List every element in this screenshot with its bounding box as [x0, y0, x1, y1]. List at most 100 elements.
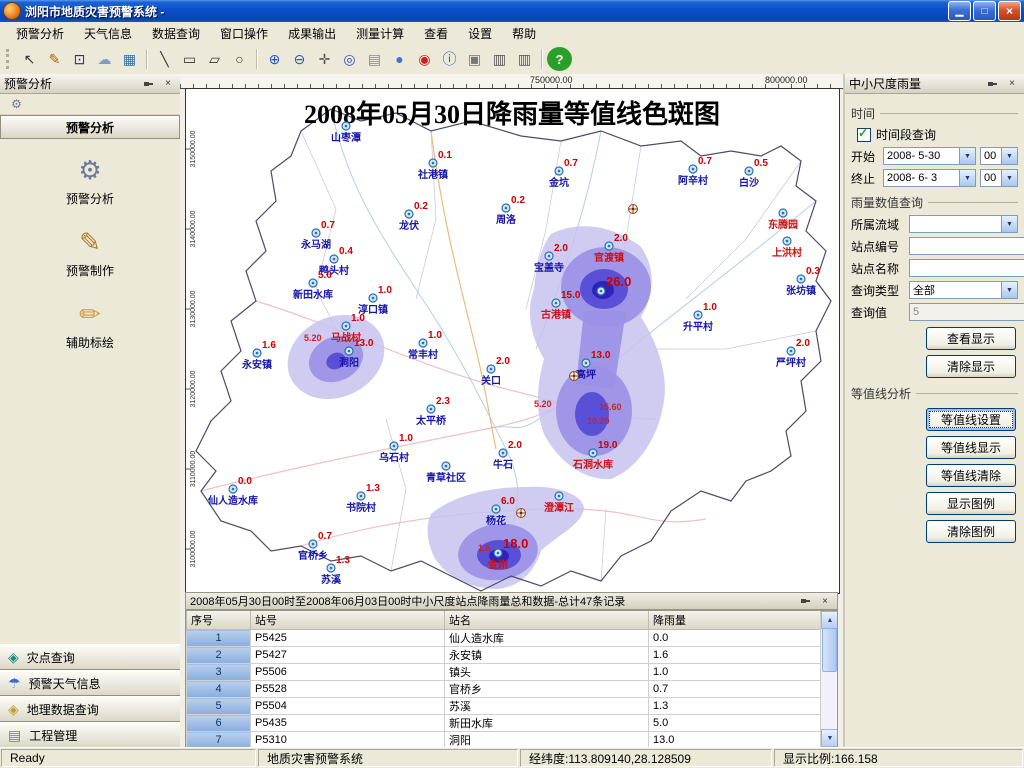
chevron-down-icon[interactable]: ▼ — [1001, 282, 1017, 298]
table-row[interactable]: 7P5310洞阳13.0 — [187, 732, 839, 749]
left-panel-pin-button[interactable] — [140, 76, 156, 91]
station-value: 1.0 — [351, 313, 365, 324]
menu-item-6[interactable]: 查看 — [414, 22, 458, 45]
left-item-0[interactable]: ⚙预警分析 — [40, 155, 140, 207]
清除图例-button[interactable]: 清除图例 — [926, 520, 1016, 543]
monitor-marker-icon — [629, 205, 638, 214]
table-cell: 5.0 — [649, 715, 839, 732]
select-tool-icon[interactable]: ↖ — [17, 47, 42, 71]
column-header-0[interactable]: 序号 — [187, 611, 251, 630]
bottom-panel-pin-button[interactable] — [797, 594, 813, 609]
zoom-full-extent-icon[interactable]: ◎ — [337, 47, 362, 71]
table-row[interactable]: 5P5504苏溪1.3 — [187, 698, 839, 715]
station-name-input[interactable] — [909, 259, 1024, 277]
menu-item-2[interactable]: 数据查询 — [142, 22, 210, 45]
bottom-bar-0[interactable]: ◈灾点查询 — [0, 644, 180, 670]
line-tool-icon[interactable]: ╲ — [152, 47, 177, 71]
layers-icon[interactable]: ▤ — [362, 47, 387, 71]
table-row[interactable]: 3P5506镇头1.0 — [187, 664, 839, 681]
right-panel-pin-button[interactable] — [984, 76, 1000, 91]
table-row[interactable]: 1P5425仙人造水库0.0 — [187, 630, 839, 647]
等值线设置-button[interactable]: 等值线设置 — [926, 408, 1016, 431]
menu-item-0[interactable]: 预警分析 — [6, 22, 74, 45]
right-panel-close-button[interactable]: × — [1004, 76, 1020, 91]
zoom-in-icon[interactable]: ⊕ — [262, 47, 287, 71]
menu-item-1[interactable]: 天气信息 — [74, 22, 142, 45]
station-name: 苏溪 — [321, 573, 342, 586]
end-date-select[interactable]: 2008- 6- 3▼ — [883, 169, 976, 187]
time-range-checkbox-label: 时间段查询 — [876, 126, 936, 143]
left-panel-group-header[interactable]: 预警分析 — [0, 115, 180, 139]
basin-select[interactable]: ▼ — [909, 215, 1018, 233]
显示图例-button[interactable]: 显示图例 — [926, 492, 1016, 515]
map-station: 0.3张坊镇 — [786, 266, 820, 297]
chevron-down-icon[interactable]: ▼ — [959, 148, 975, 164]
chevron-down-icon[interactable]: ▼ — [959, 170, 975, 186]
menu-item-3[interactable]: 窗口操作 — [210, 22, 278, 45]
start-hour-select[interactable]: 00▼ — [980, 147, 1018, 165]
menu-item-4[interactable]: 成果输出 — [278, 22, 346, 45]
left-item-1[interactable]: ✎预警制作 — [40, 227, 140, 279]
pan-icon[interactable]: ✛ — [312, 47, 337, 71]
bottom-panel-close-button[interactable]: × — [817, 594, 833, 609]
help-icon[interactable]: ? — [547, 47, 572, 71]
station-name: 太平桥 — [415, 414, 447, 427]
left-panel-close-button[interactable]: × — [160, 76, 176, 91]
column-header-2[interactable]: 站名 — [445, 611, 649, 630]
查看显示-button[interactable]: 查看显示 — [926, 327, 1016, 350]
station-value: 26.0 — [606, 274, 631, 289]
table-row[interactable]: 4P5528官桥乡0.7 — [187, 681, 839, 698]
bottom-bar-3[interactable]: ▤工程管理 — [0, 722, 180, 748]
zoom-box-tool-icon[interactable]: ⊡ — [67, 47, 92, 71]
export-image-icon[interactable]: ▣ — [462, 47, 487, 71]
print-icon[interactable]: ▥ — [487, 47, 512, 71]
chevron-down-icon[interactable]: ▼ — [1001, 148, 1017, 164]
row-number-cell: 3 — [187, 664, 251, 681]
time-range-checkbox[interactable] — [857, 128, 871, 142]
map-station: 1.0淳口镇 — [358, 285, 392, 316]
minimize-button[interactable]: ▁ — [948, 1, 971, 21]
cloud-tool-icon[interactable]: ☁ — [92, 47, 117, 71]
end-label: 终止 — [851, 170, 879, 187]
chevron-down-icon[interactable]: ▼ — [1001, 216, 1017, 232]
alert-icon[interactable]: ◉ — [412, 47, 437, 71]
grid-tool-icon[interactable]: ▦ — [117, 47, 142, 71]
edit-tool-icon[interactable]: ✎ — [42, 47, 67, 71]
station-table[interactable]: 序号站号站名降雨量 1P5425仙人造水库0.02P5427永安镇1.63P55… — [186, 611, 838, 748]
table-row[interactable]: 2P5427永安镇1.6 — [187, 647, 839, 664]
stamp-tool-icon[interactable]: ⚙ — [4, 92, 29, 116]
bottom-bar-1[interactable]: ☂预警天气信息 — [0, 670, 180, 696]
maximize-button[interactable]: □ — [973, 1, 996, 21]
station-code-input[interactable] — [909, 237, 1024, 255]
等值线显示-button[interactable]: 等值线显示 — [926, 436, 1016, 459]
column-header-1[interactable]: 站号 — [251, 611, 445, 630]
query-value-input[interactable] — [909, 303, 1024, 321]
scrollbar-thumb[interactable] — [822, 628, 837, 672]
等值线清除-button[interactable]: 等值线清除 — [926, 464, 1016, 487]
bottom-bar-2[interactable]: ◈地理数据查询 — [0, 696, 180, 722]
map-canvas[interactable]: 2008年05月30日降雨量等值线色斑图 3150000.003140000.0… — [185, 88, 840, 594]
column-header-3[interactable]: 降雨量 — [649, 611, 839, 630]
globe-icon[interactable]: ● — [387, 47, 412, 71]
left-item-2[interactable]: ✏辅助标绘 — [40, 299, 140, 351]
menu-item-5[interactable]: 测量计算 — [346, 22, 414, 45]
query-type-select[interactable]: 全部▼ — [909, 281, 1018, 299]
scroll-down-icon[interactable]: ▼ — [821, 729, 838, 747]
end-hour-select[interactable]: 00▼ — [980, 169, 1018, 187]
scroll-up-icon[interactable]: ▲ — [821, 611, 838, 629]
info-icon[interactable]: ⓘ — [437, 47, 462, 71]
close-button[interactable]: × — [998, 1, 1021, 21]
menu-item-7[interactable]: 设置 — [458, 22, 502, 45]
rectangle-tool-icon[interactable]: ▭ — [177, 47, 202, 71]
ellipse-tool-icon[interactable]: ○ — [227, 47, 252, 71]
start-date-select[interactable]: 2008- 5-30▼ — [883, 147, 976, 165]
menu-item-8[interactable]: 帮助 — [502, 22, 546, 45]
zoom-out-icon[interactable]: ⊖ — [287, 47, 312, 71]
灾点查询-icon: ◈ — [8, 649, 19, 666]
清除显示-button[interactable]: 清除显示 — [926, 355, 1016, 378]
print-preview-icon[interactable]: ▥ — [512, 47, 537, 71]
table-scrollbar[interactable]: ▲ ▼ — [820, 611, 837, 747]
chevron-down-icon[interactable]: ▼ — [1001, 170, 1017, 186]
table-row[interactable]: 6P5435新田水库5.0 — [187, 715, 839, 732]
polygon-tool-icon[interactable]: ▱ — [202, 47, 227, 71]
